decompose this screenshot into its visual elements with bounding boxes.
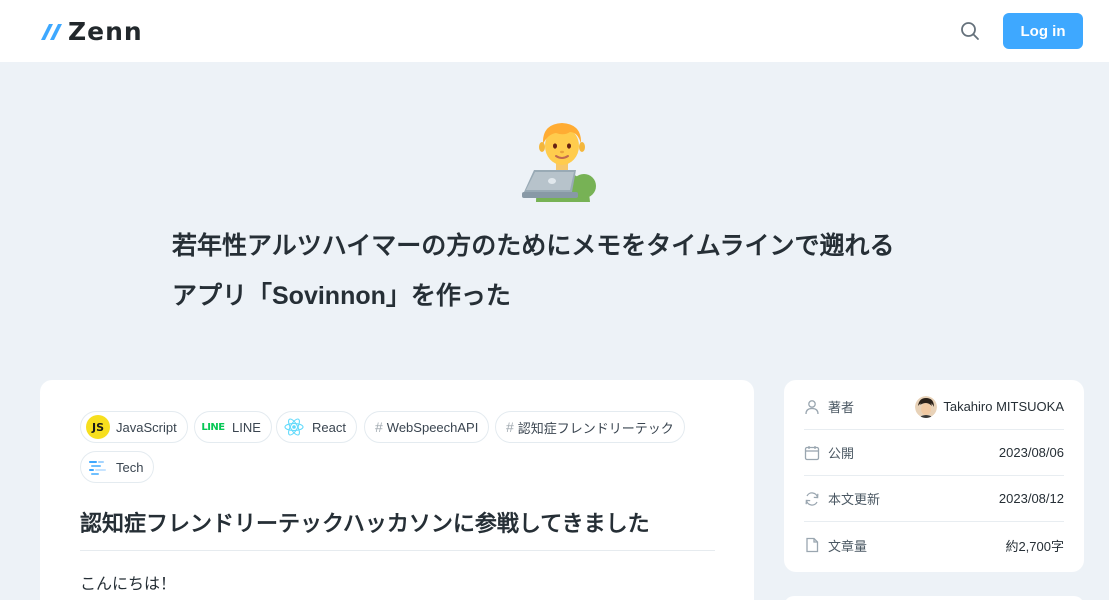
info-label-text: 公開 [828,446,855,461]
tag-line[interactable]: LINE LINE [194,411,272,443]
article-info-card: 著者 Takahiro MITSUOKA 公開 2023/08/06 本文更新 … [784,380,1084,572]
tag-label: 認知症フレンドリーテック [517,420,674,436]
hash-icon: # [506,419,514,435]
login-button[interactable]: Log in [1003,13,1083,49]
tag-label: WebSpeechAPI [386,419,479,435]
user-icon [805,399,819,414]
technologist-emoji-icon [522,123,596,202]
tag-label: Tech [116,459,144,475]
info-row-updated: 本文更新 2023/08/12 [804,476,1064,522]
article-title: 若年性アルツハイマーの方のためにメモをタイムラインで遡れる アプリ「Sovinn… [172,221,962,321]
info-row-length: 文章量 約2,700字 [804,522,1064,568]
article-paragraph: こんにちは！ [80,576,177,593]
header-actions: Log in [953,13,1083,49]
tag-label: JavaScript [116,419,177,435]
info-row-published: 公開 2023/08/06 [804,430,1064,476]
article-body-card: JS JavaScript LINE LINE React # WebSpeec… [40,380,754,600]
info-label-text: 本文更新 [828,492,881,507]
refresh-icon [805,491,819,506]
author-link[interactable]: Takahiro MITSUOKA [915,395,1064,418]
line-logo-icon: LINE [201,421,225,433]
react-logo-icon [282,415,306,439]
tech-icon [86,455,110,479]
updated-date: 2023/08/12 [998,491,1064,506]
tag-label: React [312,419,346,435]
tag-dementia-friendly-tech[interactable]: # 認知症フレンドリーテック [495,411,685,443]
article-title-line-1: 若年性アルツハイマーの方のためにメモをタイムラインで遡れる [172,232,895,260]
tag-react[interactable]: React [276,411,357,443]
calendar-icon [804,445,820,460]
next-sidebar-card [784,596,1084,600]
logo-text: Zenn [68,16,143,46]
zenn-logo-icon [41,24,62,40]
tag-javascript[interactable]: JS JavaScript [80,411,188,443]
article-title-line-2: アプリ「Sovinnon」を作った [172,282,511,310]
avatar [915,395,938,418]
hash-icon: # [375,419,383,435]
author-name: Takahiro MITSUOKA [943,399,1064,414]
search-button[interactable] [953,14,987,48]
search-icon [961,22,979,40]
javascript-logo-icon: JS [86,415,110,439]
tag-label: LINE [232,419,261,435]
character-count: 約2,700字 [1005,538,1064,554]
tag-tech[interactable]: Tech [80,451,155,483]
section-heading: 認知症フレンドリーテックハッカソンに参戦してきました [80,506,715,551]
document-icon [806,537,819,553]
info-label-text: 文章量 [828,538,868,554]
zenn-logo[interactable]: Zenn [40,17,143,46]
tag-webspeechapi[interactable]: # WebSpeechAPI [364,411,490,443]
published-date: 2023/08/06 [998,445,1064,460]
info-label-text: 著者 [828,400,855,415]
site-header: Zenn Log in [0,0,1109,62]
info-row-author: 著者 Takahiro MITSUOKA [804,384,1064,430]
